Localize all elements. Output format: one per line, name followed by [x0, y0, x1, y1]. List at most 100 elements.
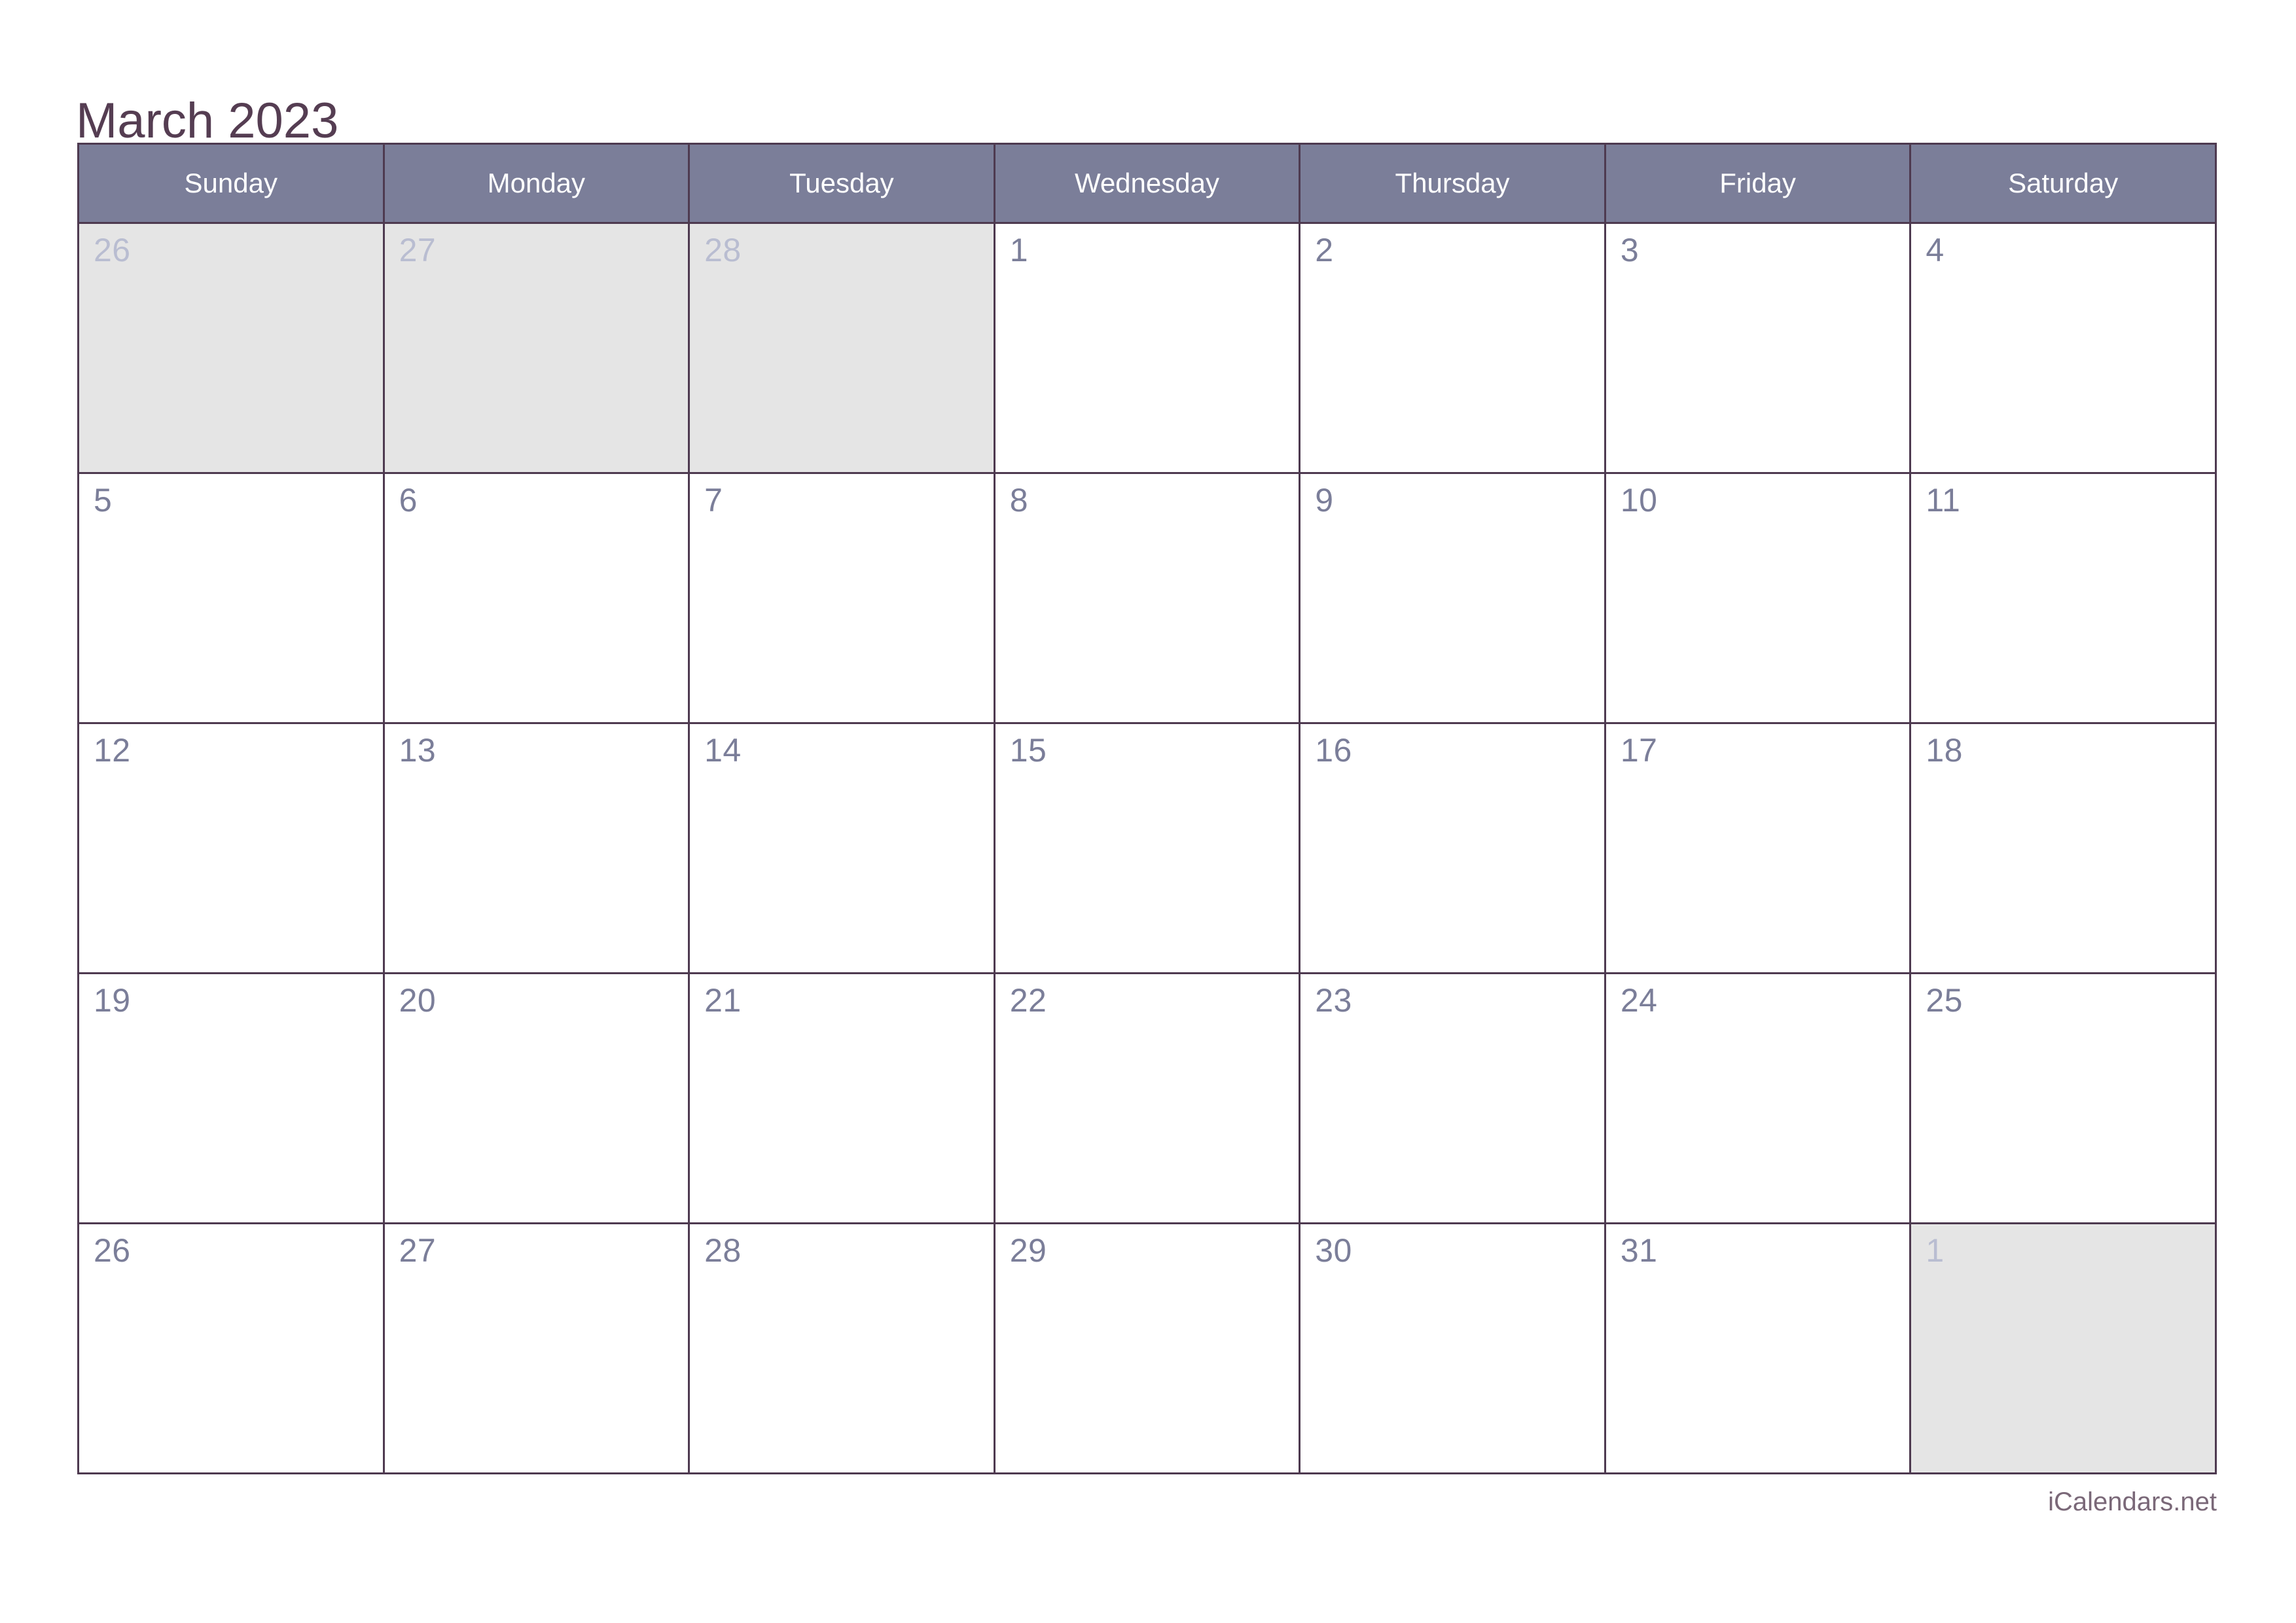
calendar-day-cell[interactable]: 4	[1909, 222, 2217, 474]
calendar-day-cell[interactable]: 28	[688, 1222, 996, 1474]
weekday-header-tuesday: Tuesday	[688, 143, 996, 224]
day-notes[interactable]	[94, 525, 374, 716]
day-notes[interactable]	[1010, 775, 1290, 966]
calendar-day-cell[interactable]: 30	[1299, 1222, 1606, 1474]
day-number: 25	[1926, 982, 1963, 1019]
day-notes[interactable]	[1315, 1275, 1595, 1466]
day-notes[interactable]	[399, 275, 679, 465]
day-notes[interactable]	[704, 525, 984, 716]
day-notes[interactable]	[1926, 275, 2206, 465]
day-notes[interactable]	[1315, 775, 1595, 966]
day-notes[interactable]	[399, 1275, 679, 1466]
day-notes[interactable]	[94, 275, 374, 465]
day-notes[interactable]	[1926, 775, 2206, 966]
calendar-day-cell[interactable]: 9	[1299, 472, 1606, 724]
day-notes[interactable]	[1010, 1025, 1290, 1216]
day-number: 26	[94, 232, 131, 268]
calendar-day-cell[interactable]: 24	[1604, 972, 1912, 1224]
day-notes[interactable]	[399, 1025, 679, 1216]
day-notes[interactable]	[704, 1025, 984, 1216]
calendar-day-cell[interactable]: 22	[993, 972, 1301, 1224]
calendar-week-row: 19 20 21 22 23 24 25	[77, 972, 2217, 1224]
calendar-week-row: 5 6 7 8 9 10 11	[77, 472, 2217, 724]
calendar-day-cell[interactable]: 23	[1299, 972, 1606, 1224]
day-notes[interactable]	[1010, 1275, 1290, 1466]
day-number: 18	[1926, 732, 1963, 769]
calendar-day-cell[interactable]: 16	[1299, 722, 1606, 974]
day-notes[interactable]	[1926, 525, 2206, 716]
day-notes[interactable]	[704, 1275, 984, 1466]
calendar-day-cell-outside[interactable]: 28	[688, 222, 996, 474]
day-number: 31	[1620, 1232, 1658, 1269]
calendar-day-cell[interactable]: 27	[382, 1222, 691, 1474]
day-notes[interactable]	[1621, 775, 1901, 966]
day-number: 23	[1315, 982, 1352, 1019]
day-number: 2	[1315, 232, 1334, 268]
calendar-day-cell[interactable]: 29	[993, 1222, 1301, 1474]
day-notes[interactable]	[1010, 525, 1290, 716]
day-notes[interactable]	[1926, 1025, 2206, 1216]
calendar-day-cell[interactable]: 31	[1604, 1222, 1912, 1474]
calendar-day-cell[interactable]: 11	[1909, 472, 2217, 724]
day-number: 27	[399, 232, 437, 268]
calendar-day-cell[interactable]: 14	[688, 722, 996, 974]
calendar-week-row: 26 27 28 29 30 31 1	[77, 1222, 2217, 1474]
calendar-grid: Sunday Monday Tuesday Wednesday Thursday Frid…	[77, 143, 2217, 1474]
day-number: 29	[1009, 1232, 1047, 1269]
weekday-header-row: Sunday Monday Tuesday Wednesday Thursday Frid…	[77, 143, 2217, 224]
calendar-day-cell[interactable]: 21	[688, 972, 996, 1224]
calendar-day-cell[interactable]: 10	[1604, 472, 1912, 724]
day-notes[interactable]	[1315, 525, 1595, 716]
calendar-day-cell-outside[interactable]: 1	[1909, 1222, 2217, 1474]
day-notes[interactable]	[94, 775, 374, 966]
calendar-day-cell[interactable]: 13	[382, 722, 691, 974]
day-number: 28	[704, 232, 742, 268]
day-number: 20	[399, 982, 437, 1019]
day-notes[interactable]	[1621, 1025, 1901, 1216]
calendar-day-cell[interactable]: 7	[688, 472, 996, 724]
calendar-day-cell-outside[interactable]: 26	[77, 222, 385, 474]
day-number: 7	[704, 482, 723, 519]
day-notes[interactable]	[1926, 1275, 2206, 1466]
day-notes[interactable]	[1621, 525, 1901, 716]
day-notes[interactable]	[704, 275, 984, 465]
day-notes[interactable]	[399, 525, 679, 716]
day-number: 21	[704, 982, 742, 1019]
day-notes[interactable]	[1315, 1025, 1595, 1216]
calendar-day-cell[interactable]: 19	[77, 972, 385, 1224]
day-number: 14	[704, 732, 742, 769]
day-number: 12	[94, 732, 131, 769]
day-number: 11	[1926, 482, 1961, 519]
calendar-day-cell[interactable]: 3	[1604, 222, 1912, 474]
day-notes[interactable]	[704, 775, 984, 966]
weekday-header-thursday: Thursday	[1299, 143, 1606, 224]
day-notes[interactable]	[94, 1275, 374, 1466]
day-number: 4	[1926, 232, 1945, 268]
calendar-day-cell[interactable]: 18	[1909, 722, 2217, 974]
day-notes[interactable]	[1010, 275, 1290, 465]
calendar-day-cell[interactable]: 15	[993, 722, 1301, 974]
day-notes[interactable]	[1621, 1275, 1901, 1466]
day-notes[interactable]	[94, 1025, 374, 1216]
day-number: 24	[1620, 982, 1658, 1019]
day-notes[interactable]	[1621, 275, 1901, 465]
calendar-day-cell[interactable]: 6	[382, 472, 691, 724]
calendar-day-cell[interactable]: 12	[77, 722, 385, 974]
day-notes[interactable]	[399, 775, 679, 966]
day-number: 28	[704, 1232, 742, 1269]
day-number: 1	[1009, 232, 1028, 268]
calendar-day-cell[interactable]: 8	[993, 472, 1301, 724]
day-notes[interactable]	[1315, 275, 1595, 465]
calendar-week-row: 26 27 28 1 2 3 4	[77, 222, 2217, 474]
weekday-header-wednesday: Wednesday	[993, 143, 1301, 224]
calendar-day-cell[interactable]: 26	[77, 1222, 385, 1474]
calendar-day-cell[interactable]: 25	[1909, 972, 2217, 1224]
calendar-day-cell-outside[interactable]: 27	[382, 222, 691, 474]
calendar-day-cell[interactable]: 17	[1604, 722, 1912, 974]
calendar-header-row-group: Sunday Monday Tuesday Wednesday Thursday Frid…	[77, 143, 2217, 224]
calendar-day-cell[interactable]: 2	[1299, 222, 1606, 474]
calendar-day-cell[interactable]: 1	[993, 222, 1301, 474]
day-number: 15	[1009, 732, 1047, 769]
calendar-day-cell[interactable]: 5	[77, 472, 385, 724]
calendar-day-cell[interactable]: 20	[382, 972, 691, 1224]
